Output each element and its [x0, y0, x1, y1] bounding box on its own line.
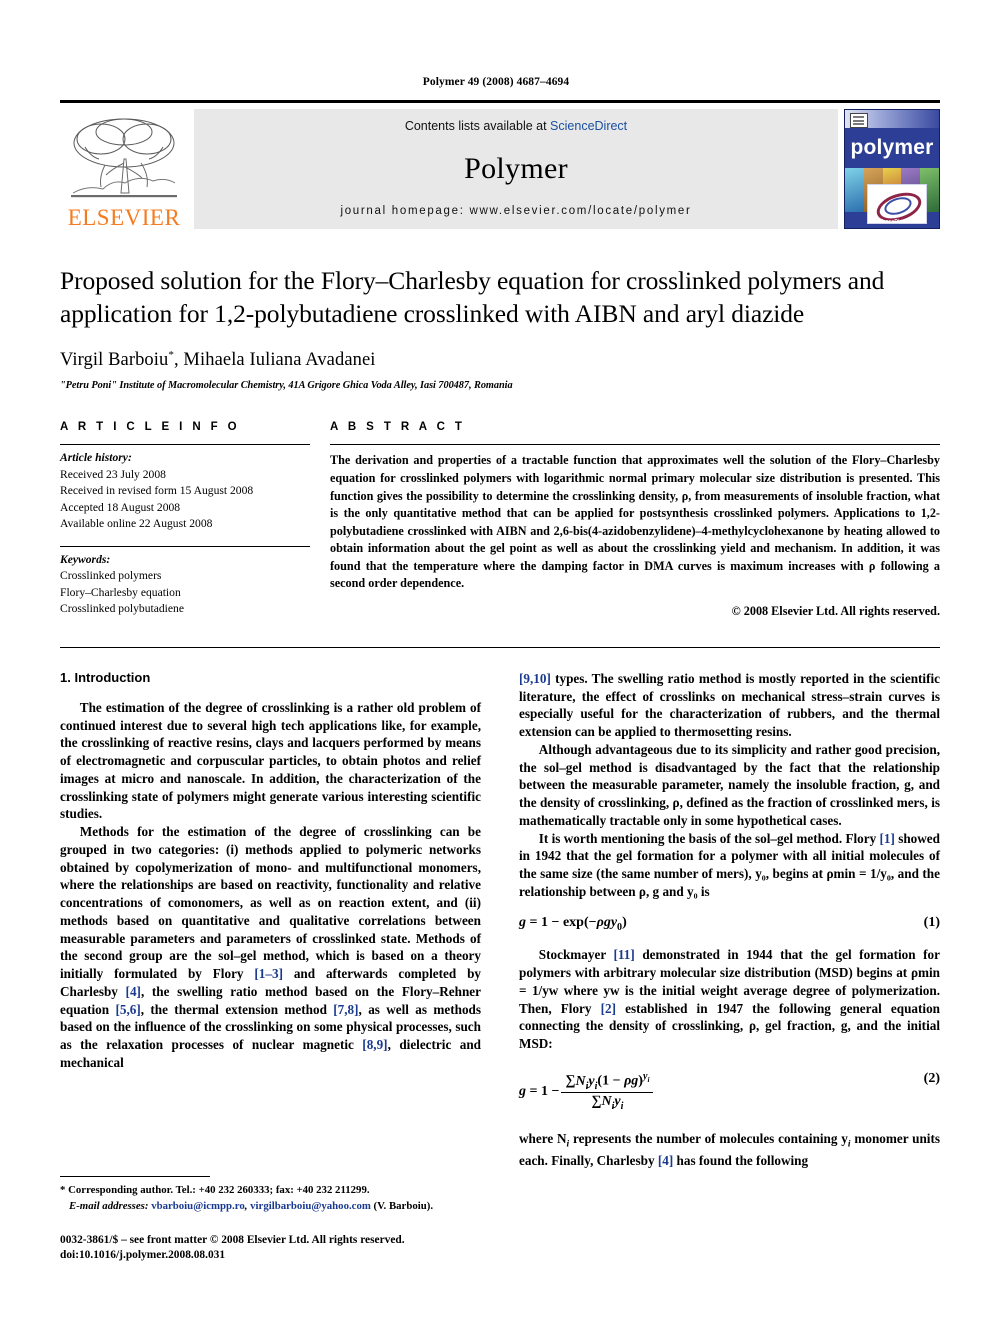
- author-list: Virgil Barboiu*, Mihaela Iuliana Avadane…: [60, 349, 934, 371]
- equation-1: g = 1 − exp(−ρgy0) (1): [519, 915, 940, 933]
- footnote-rule: [60, 1176, 210, 1177]
- elsevier-wordmark: ELSEVIER: [67, 205, 181, 230]
- article-history-label: Article history:: [60, 451, 132, 465]
- citation-link[interactable]: [7,8]: [333, 1002, 358, 1017]
- footnote-block: * Corresponding author. Tel.: +40 232 26…: [60, 1176, 480, 1214]
- citation-link[interactable]: [11]: [614, 947, 635, 962]
- citation-link[interactable]: [9,10]: [519, 671, 551, 686]
- citation-link[interactable]: [5,6]: [115, 1002, 140, 1017]
- contents-available-line: Contents lists available at ScienceDirec…: [405, 119, 627, 133]
- section-heading-introduction: 1. Introduction: [60, 669, 151, 685]
- doi-line: doi:10.1016/j.polymer.2008.08.031: [60, 1249, 226, 1262]
- author-secondary: , Mihaela Iuliana Avadanei: [173, 350, 376, 371]
- citation-link[interactable]: [1–3]: [254, 966, 283, 981]
- cover-molecule-image: [867, 184, 927, 227]
- paper-page: Polymer 49 (2008) 4687–4694 ELSEVIER Con…: [0, 0, 992, 1323]
- page-title: Proposed solution for the Flory–Charlesb…: [60, 266, 885, 328]
- para-text: represents the number of molecules conta…: [569, 1131, 848, 1147]
- paragraph: The estimation of the degree of crosslin…: [60, 699, 481, 822]
- article-history-group: Article history: Received 23 July 2008 R…: [60, 445, 310, 532]
- paragraph: Methods for the estimation of the degree…: [60, 823, 481, 1072]
- citation-link[interactable]: [2]: [601, 1001, 616, 1016]
- article-info-column: A R T I C L E I N F O Article history: R…: [60, 421, 310, 619]
- journal-homepage-url[interactable]: journal homepage: www.elsevier.com/locat…: [340, 205, 691, 217]
- email-label: E-mail addresses:: [69, 1199, 149, 1212]
- para-text: types. The swelling ratio method is most…: [519, 670, 940, 740]
- equation-2-number: (2): [923, 1070, 940, 1086]
- keywords-group: Keywords: Crosslinked polymers Flory–Cha…: [60, 547, 310, 618]
- keyword-item: Flory–Charlesby equation: [60, 585, 181, 599]
- running-head: Polymer 49 (2008) 4687–4694: [422, 76, 570, 88]
- elsevier-logo: ELSEVIER: [60, 107, 188, 231]
- journal-title: Polymer: [464, 152, 568, 185]
- keyword-item: Crosslinked polymers: [60, 569, 162, 583]
- cover-journal-title: polymer: [850, 136, 934, 159]
- body-separator-rule: [60, 646, 940, 648]
- email-link-2[interactable]: virgilbarboiu@yahoo.com: [250, 1200, 371, 1212]
- cover-elsevier-mark-icon: [850, 113, 868, 128]
- para-text: It is worth mentioning the basis of the …: [538, 830, 880, 846]
- equation-2-body: g = 1 − ∑Niyi(1 − ρg)yi ∑Niyi: [519, 1071, 655, 1112]
- journal-cover-thumbnail: polymer ScienceDirect: [844, 109, 940, 229]
- paragraph: Although advantageous due to its simplic…: [519, 741, 940, 828]
- issn-copyright-block: 0032-3861/$ – see front matter © 2008 El…: [60, 1233, 405, 1264]
- article-history-item: Accepted 18 August 2008: [60, 500, 181, 514]
- para-text: where N: [519, 1131, 567, 1147]
- abstract-copyright: © 2008 Elsevier Ltd. All rights reserved…: [731, 603, 940, 618]
- keywords-label: Keywords:: [60, 552, 111, 566]
- corresponding-author-note: * Corresponding author. Tel.: +40 232 26…: [60, 1184, 370, 1196]
- sciencedirect-link[interactable]: ScienceDirect: [550, 119, 627, 133]
- email-note: E-mail addresses: vbarboiu@icmpp.ro, vir…: [60, 1199, 480, 1215]
- citation-link[interactable]: [4]: [126, 984, 141, 999]
- article-history-item: Received in revised form 15 August 2008: [60, 484, 254, 498]
- abstract-text: The derivation and properties of a tract…: [330, 453, 940, 591]
- paragraph: It is worth mentioning the basis of the …: [519, 830, 940, 901]
- paragraph: [9,10] types. The swelling ratio method …: [519, 670, 940, 741]
- abstract-heading: A B S T R A C T: [330, 421, 466, 434]
- article-history-item: Received 23 July 2008: [60, 467, 166, 481]
- equation-1-body: g = 1 − exp(−ρgy0): [519, 914, 627, 933]
- citation-link[interactable]: [4]: [658, 1153, 673, 1168]
- article-info-heading: A R T I C L E I N F O: [60, 421, 241, 434]
- equation-2: g = 1 − ∑Niyi(1 − ρg)yi ∑Niyi (2): [519, 1071, 940, 1112]
- contents-prefix: Contents lists available at: [404, 119, 551, 133]
- elsevier-tree-icon: [71, 118, 177, 198]
- article-history-item: Available online 22 August 2008: [60, 517, 213, 531]
- issn-line: 0032-3861/$ – see front matter © 2008 El…: [60, 1234, 405, 1246]
- citation-link[interactable]: [8,9]: [362, 1037, 387, 1052]
- citation-link[interactable]: [1]: [880, 831, 895, 846]
- keyword-item: Crosslinked polybutadiene: [60, 602, 184, 616]
- paragraph: Stockmayer [11] demonstrated in 1944 tha…: [519, 946, 940, 1053]
- abstract-column: A B S T R A C T The derivation and prope…: [330, 421, 940, 619]
- para-text: has found the following: [673, 1152, 809, 1168]
- cover-footer: ScienceDirect: [845, 219, 939, 225]
- para-text: , the thermal extension method: [140, 1001, 334, 1017]
- masthead-center-panel: Contents lists available at ScienceDirec…: [194, 109, 838, 229]
- body-column-right: [9,10] types. The swelling ratio method …: [519, 670, 940, 1169]
- journal-masthead: ELSEVIER Contents lists available at Sci…: [60, 100, 940, 229]
- paragraph: where Ni represents the number of molecu…: [519, 1131, 940, 1168]
- info-abstract-region: A R T I C L E I N F O Article history: R…: [60, 421, 940, 619]
- affiliation: "Petru Poni" Institute of Macromolecular…: [60, 380, 513, 392]
- author-primary: Virgil Barboiu: [60, 350, 169, 371]
- cover-footer-brand: ScienceDirect: [875, 219, 909, 225]
- email-suffix: (V. Barboiu).: [370, 1199, 434, 1212]
- equation-1-number: (1): [923, 914, 940, 930]
- title-block: Proposed solution for the Flory–Charlesb…: [60, 265, 934, 391]
- para-text: Methods for the estimation of the degree…: [60, 824, 481, 982]
- email-link-1[interactable]: vbarboiu@icmpp.ro: [151, 1200, 245, 1212]
- para-text: Stockmayer: [538, 947, 614, 963]
- body-column-left: 1. Introduction The estimation of the de…: [60, 670, 481, 1169]
- body-columns: 1. Introduction The estimation of the de…: [60, 670, 940, 1169]
